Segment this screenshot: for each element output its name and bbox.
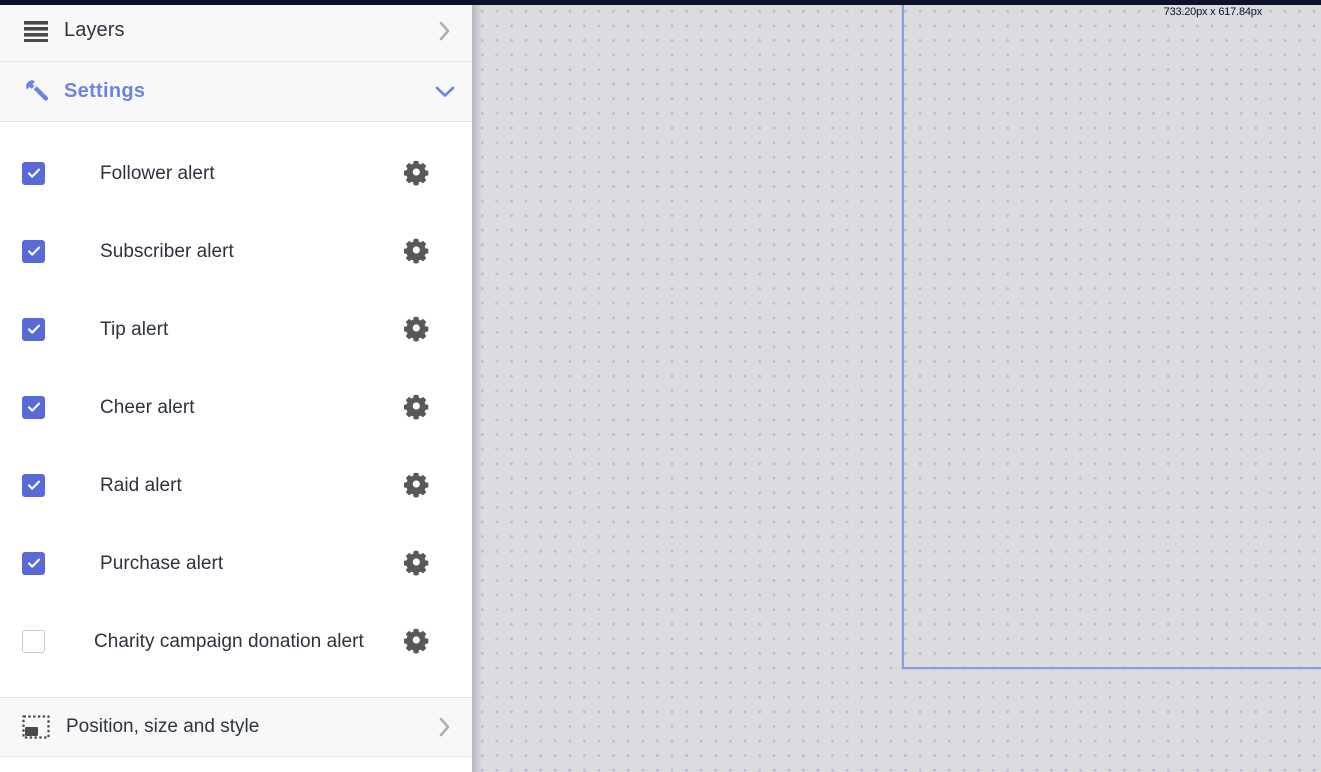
alert-checkbox-purchase[interactable] bbox=[22, 551, 45, 575]
list-item: Cheer alert bbox=[0, 368, 472, 446]
panel-header-settings-label: Settings bbox=[64, 80, 146, 102]
alert-checkbox-cheer[interactable] bbox=[22, 395, 45, 419]
sidebar-bottom-fill bbox=[0, 758, 472, 772]
alert-label: Subscriber alert bbox=[100, 240, 234, 262]
list-item: Raid alert bbox=[0, 446, 472, 524]
list-item: Purchase alert bbox=[0, 524, 472, 602]
gear-icon[interactable] bbox=[402, 626, 432, 656]
alert-box-settings-window: 733.20px x 617.84px Layers Settings Foll… bbox=[0, 0, 1321, 772]
alert-checkbox-follower[interactable] bbox=[22, 161, 45, 185]
list-item: Follower alert bbox=[0, 134, 472, 212]
chevron-right-icon[interactable] bbox=[432, 18, 458, 44]
alert-checkbox-tip[interactable] bbox=[22, 317, 45, 341]
panel-header-settings[interactable]: Settings bbox=[0, 62, 472, 122]
alert-label: Purchase alert bbox=[100, 552, 224, 574]
panel-header-layers[interactable]: Layers bbox=[0, 0, 472, 62]
gear-icon[interactable] bbox=[402, 392, 432, 422]
settings-sidebar: Layers Settings Follower alert Subscribe… bbox=[0, 0, 472, 772]
alert-label: Cheer alert bbox=[100, 396, 195, 418]
layers-stack-icon bbox=[16, 11, 56, 51]
list-item: Subscriber alert bbox=[0, 212, 472, 290]
selection-dimension-label: 733.20px x 617.84px bbox=[1163, 6, 1263, 18]
gear-icon[interactable] bbox=[402, 236, 432, 266]
alert-label: Charity campaign donation alert bbox=[94, 630, 364, 652]
wrench-icon bbox=[16, 72, 56, 112]
gear-icon[interactable] bbox=[402, 548, 432, 578]
alert-label: Follower alert bbox=[100, 162, 215, 184]
panel-header-layers-label: Layers bbox=[64, 19, 125, 41]
alert-label: Tip alert bbox=[100, 318, 169, 340]
footer-label: Position, size and style bbox=[66, 716, 260, 737]
alert-checkbox-raid[interactable] bbox=[22, 473, 45, 497]
alert-type-list: Follower alert Subscriber alert Tip aler… bbox=[0, 122, 472, 693]
footer-position-size-style[interactable]: Position, size and style bbox=[0, 697, 472, 757]
gear-icon[interactable] bbox=[402, 470, 432, 500]
list-item: Tip alert bbox=[0, 290, 472, 368]
gear-icon[interactable] bbox=[402, 314, 432, 344]
gear-icon[interactable] bbox=[402, 158, 432, 188]
alert-label: Raid alert bbox=[100, 474, 182, 496]
position-size-icon bbox=[16, 707, 56, 747]
list-item: Charity campaign donation alert bbox=[0, 602, 472, 680]
scene-canvas[interactable]: 733.20px x 617.84px bbox=[472, 0, 1321, 772]
titlebar-strip bbox=[0, 0, 1321, 5]
chevron-right-icon[interactable] bbox=[432, 714, 458, 740]
alert-checkbox-charity[interactable] bbox=[22, 629, 45, 653]
selection-bounding-box[interactable] bbox=[902, 0, 1321, 669]
alert-checkbox-subscriber[interactable] bbox=[22, 239, 45, 263]
chevron-down-icon[interactable] bbox=[432, 79, 458, 105]
